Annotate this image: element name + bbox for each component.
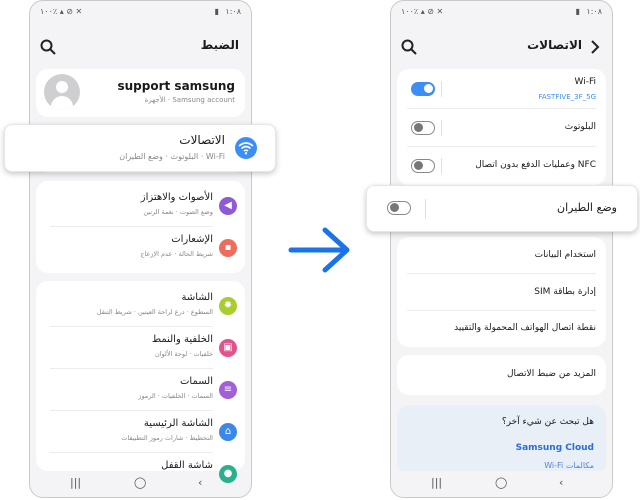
item-title: الإشعارات [171, 234, 213, 245]
more-connection-settings[interactable]: المزيد من ضبط الاتصال [397, 355, 606, 395]
item-title: الأصوات والاهتزاز [140, 192, 213, 203]
home-icon: ⌂ [219, 423, 237, 441]
arrow-right-icon [288, 227, 350, 273]
nfc-toggle[interactable] [411, 159, 435, 173]
bell-icon: ▪ [219, 239, 237, 257]
item-title: الشاشة الرئيسية [143, 418, 213, 429]
wifi-icon [235, 137, 257, 159]
connections-group-1: Wi-Fi FASTFIVE_3F_5G البلوتوث NFC وعمليا… [397, 69, 606, 185]
settings-item-display[interactable]: ✹ الشاشة السطوع · درع لراحة العينين · شر… [36, 285, 245, 327]
settings-item-connections[interactable]: الاتصالات Wi-Fi · البلوتوث · وضع الطيران [4, 124, 276, 172]
home-button[interactable]: ◯ [134, 476, 146, 489]
airplane-mode-title: وضع الطيران [557, 201, 617, 214]
connection-row-sim-manager[interactable]: إدارة بطاقة SIM [397, 274, 606, 311]
battery-percent: ١٠٠٪ [401, 7, 419, 16]
airplane-mode-toggle[interactable] [387, 201, 411, 215]
page-title: الاتصالات [527, 38, 582, 52]
connections-phone-screen: ١:٠٨ ▮ ١٠٠٪ ▴ ⊘ ✕ الاتصالات Wi-Fi FASTFI… [390, 0, 613, 498]
status-time: ١:٠٨ [586, 7, 602, 16]
item-subtitle: السمات · الخلفيات · الرموز [138, 392, 213, 400]
page-title: الضبط [200, 38, 239, 52]
connection-row-nfc[interactable]: NFC وعمليات الدفع بدون اتصال [397, 147, 606, 185]
connection-row-hotspot[interactable]: نقطة اتصال الهواتف المحمولة والتقييد [397, 311, 606, 347]
row-title: إدارة بطاقة SIM [534, 287, 596, 297]
item-title: الشاشة [181, 292, 213, 303]
avatar [44, 74, 80, 110]
item-subtitle: شريط الحالة · عدم الإزعاج [140, 250, 213, 258]
chevron-back-icon[interactable] [586, 37, 604, 57]
settings-item-wallpaper[interactable]: ▣ الخلفية والنمط خلفيات · لوحة الألوان [36, 327, 245, 369]
status-icons: ١٠٠٪ ▴ ⊘ ✕ [40, 7, 83, 16]
wifi-calling-link[interactable]: مكالمات Wi-Fi [544, 461, 594, 470]
suggestions-card: هل تبحث عن شيء آخر؟ Samsung Cloud مكالما… [397, 405, 606, 475]
connection-row-wifi[interactable]: Wi-Fi FASTFIVE_3F_5G [397, 69, 606, 109]
wifi-network-name: FASTFIVE_3F_5G [538, 93, 596, 101]
status-bar: ١:٠٨ ▮ ١٠٠٪ ▴ ⊘ ✕ [30, 1, 251, 23]
connection-row-bluetooth[interactable]: البلوتوث [397, 109, 606, 147]
settings-item-home-screen[interactable]: ⌂ الشاشة الرئيسية التخطيط · شارات رموز ا… [36, 411, 245, 453]
battery-icon: ▮ [214, 7, 219, 16]
row-title: البلوتوث [564, 122, 596, 132]
item-title: السمات [180, 376, 213, 387]
back-button[interactable]: ‹ [198, 476, 202, 489]
bluetooth-toggle[interactable] [411, 121, 435, 135]
battery-percent: ١٠٠٪ [40, 7, 58, 16]
row-title: Wi-Fi [574, 77, 596, 87]
connection-row-airplane-mode[interactable]: وضع الطيران [366, 185, 638, 232]
connections-header: الاتصالات [391, 29, 612, 65]
connections-group-2: استخدام البيانات إدارة بطاقة SIM نقطة ات… [397, 237, 606, 347]
row-title: نقطة اتصال الهواتف المحمولة والتقييد [454, 323, 596, 333]
settings-item-sounds[interactable]: ◀ الأصوات والاهتزاز وضع الصوت · نغمة الر… [36, 185, 245, 227]
samsung-cloud-link[interactable]: Samsung Cloud [516, 443, 594, 453]
status-icons: ١٠٠٪ ▴ ⊘ ✕ [401, 7, 444, 16]
profile-name: support samsung [117, 79, 235, 93]
recent-apps-button[interactable]: ||| [431, 476, 442, 489]
status-bar: ١:٠٨ ▮ ١٠٠٪ ▴ ⊘ ✕ [391, 1, 612, 23]
speaker-icon: ◀ [219, 197, 237, 215]
picture-icon: ▣ [219, 339, 237, 357]
search-icon[interactable] [38, 37, 58, 57]
item-subtitle: خلفيات · لوحة الألوان [154, 350, 213, 358]
connections-subtitle: Wi-Fi · البلوتوث · وضع الطيران [119, 152, 225, 161]
settings-group-display: ✹ الشاشة السطوع · درع لراحة العينين · شر… [36, 281, 245, 483]
battery-icon: ▮ [575, 7, 580, 16]
more-settings-title: المزيد من ضبط الاتصال [506, 369, 596, 379]
settings-header: الضبط [30, 29, 251, 65]
row-title: NFC وعمليات الدفع بدون اتصال [475, 160, 596, 170]
item-subtitle: السطوع · درع لراحة العينين · شريط التنقل [96, 308, 213, 316]
recent-apps-button[interactable]: ||| [70, 476, 81, 489]
settings-item-notifications[interactable]: ▪ الإشعارات شريط الحالة · عدم الإزعاج [36, 227, 245, 269]
status-time: ١:٠٨ [225, 7, 241, 16]
row-title: استخدام البيانات [534, 250, 596, 260]
settings-item-themes[interactable]: ≡ السمات السمات · الخلفيات · الرموز [36, 369, 245, 411]
navigation-bar: ||| ◯ ‹ [30, 471, 251, 497]
item-subtitle: التخطيط · شارات رموز التطبيقات [121, 434, 213, 442]
connections-title: الاتصالات [179, 133, 225, 147]
suggestions-question: هل تبحث عن شيء آخر؟ [501, 417, 594, 427]
navigation-bar: ||| ◯ ‹ [391, 471, 612, 497]
settings-phone-screen: ١:٠٨ ▮ ١٠٠٪ ▴ ⊘ ✕ الضبط support samsung … [29, 0, 252, 498]
home-button[interactable]: ◯ [495, 476, 507, 489]
item-subtitle: وضع الصوت · نغمة الرنين [143, 208, 213, 216]
profile-card[interactable]: support samsung Samsung account · الأجهز… [36, 69, 245, 117]
item-title: الخلفية والنمط [151, 334, 213, 345]
back-button[interactable]: ‹ [559, 476, 563, 489]
wifi-toggle[interactable] [411, 82, 435, 96]
connection-row-data-usage[interactable]: استخدام البيانات [397, 237, 606, 274]
brush-icon: ≡ [219, 381, 237, 399]
settings-group-sounds: ◀ الأصوات والاهتزاز وضع الصوت · نغمة الر… [36, 181, 245, 273]
item-title: شاشة القفل [161, 460, 213, 471]
profile-subtitle: Samsung account · الأجهزة [144, 96, 235, 104]
sun-icon: ✹ [219, 297, 237, 315]
search-icon[interactable] [399, 37, 419, 57]
